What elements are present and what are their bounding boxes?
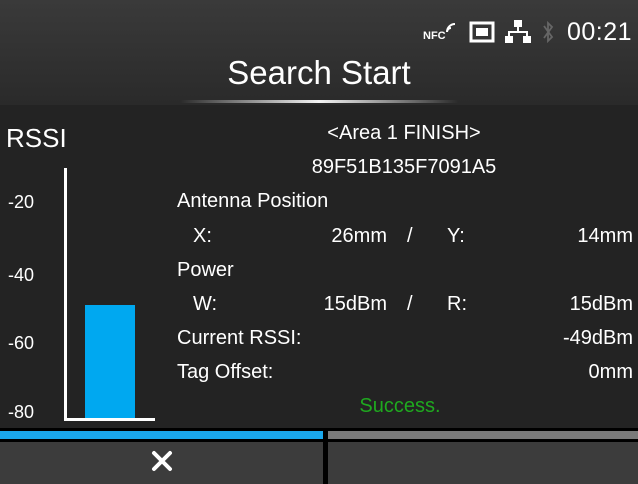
result-status: Success. [359, 395, 441, 417]
network-icon [504, 19, 531, 45]
y-label: Y: [447, 225, 465, 247]
status-bar: NFC 00:21 [423, 14, 632, 50]
nfc-icon: NFC [423, 20, 459, 44]
w-value: 15dBm [323, 293, 387, 315]
cancel-button[interactable] [0, 442, 323, 484]
tick-label: -40 [8, 265, 35, 285]
separator: / [407, 293, 413, 315]
progress-bar [0, 431, 323, 439]
title-underline [180, 100, 458, 103]
rssi-y-axis [64, 168, 67, 421]
clock: 00:21 [566, 17, 632, 46]
bluetooth-icon [541, 19, 555, 45]
page-title: Search Start [227, 54, 411, 91]
progress-remaining [328, 431, 638, 439]
rssi-x-axis [64, 418, 155, 421]
antenna-position-label: Antenna Position [177, 190, 329, 212]
svg-text:NFC: NFC [423, 30, 446, 42]
current-rssi-label: Current RSSI: [177, 327, 302, 349]
w-label: W: [193, 293, 218, 315]
area-status: <Area 1 FINISH> [327, 122, 481, 144]
tick-label: -20 [8, 192, 35, 212]
x-value: 26mm [331, 225, 387, 247]
tag-offset-label: Tag Offset: [177, 361, 274, 383]
tag-id: 89F51B135F7091A5 [311, 156, 497, 178]
right-softkey[interactable] [328, 442, 638, 484]
close-icon [151, 450, 173, 477]
r-label: R: [447, 293, 467, 315]
rssi-bar [85, 305, 135, 418]
rssi-label: RSSI [6, 123, 67, 153]
y-value: 14mm [577, 225, 633, 247]
tag-offset-value: 0mm [588, 361, 633, 383]
r-value: 15dBm [569, 293, 633, 315]
header: NFC 00:21 Search Start [0, 0, 638, 105]
x-label: X: [193, 225, 212, 247]
sd-card-icon [469, 20, 495, 44]
power-label: Power [177, 259, 234, 281]
separator: / [407, 225, 413, 247]
tick-label: -80 [8, 402, 35, 422]
tick-label: -60 [8, 333, 35, 353]
main-panel: RSSI -20 -40 -60 -80 <Area 1 FINISH> 89F… [0, 105, 638, 428]
current-rssi-value: -49dBm [562, 327, 633, 349]
